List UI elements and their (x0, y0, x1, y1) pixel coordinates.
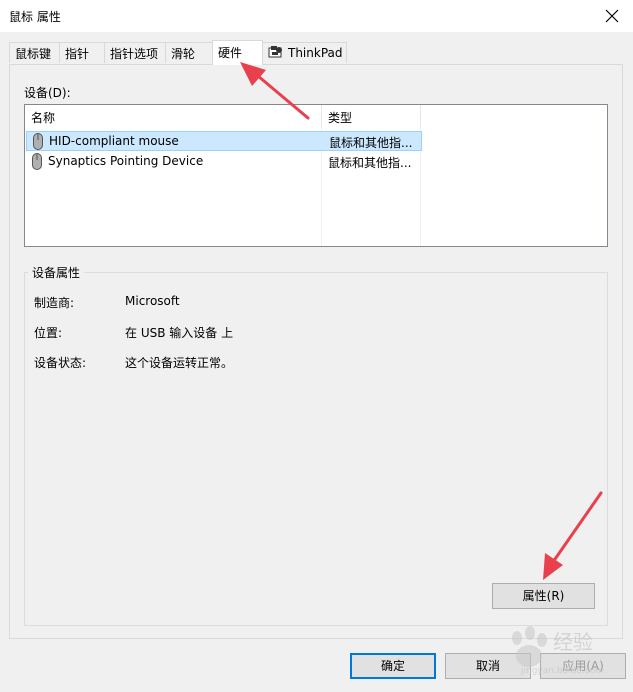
tab-label: 指针 (65, 47, 90, 61)
device-name: Synaptics Pointing Device (48, 154, 204, 168)
ok-button[interactable]: 确定 (350, 653, 436, 679)
button-label: 确定 (380, 659, 405, 673)
mouse-icon (33, 133, 43, 153)
mouse-icon (32, 153, 42, 173)
tab-wheel[interactable]: 滑轮 (165, 42, 213, 63)
watermark-text: 经验 (553, 630, 593, 654)
baidu-watermark: 经验 jingyan.baidu.com (503, 622, 623, 682)
device-name: HID-compliant mouse (49, 134, 179, 148)
button-label: 取消 (475, 659, 500, 673)
device-properties-group (24, 272, 608, 626)
close-button[interactable] (593, 0, 633, 32)
window-title: 鼠标 属性 (9, 10, 61, 24)
tab-label: 硬件 (218, 46, 243, 60)
device-type: 鼠标和其他指... (329, 136, 413, 150)
tab-thinkpad[interactable]: ThinkPad (262, 42, 347, 63)
column-header-type[interactable]: 类型 (322, 105, 421, 127)
column-header-name[interactable]: 名称 (25, 105, 322, 127)
close-icon (605, 9, 619, 23)
list-header: 名称 类型 (25, 105, 607, 127)
device-type: 鼠标和其他指... (328, 156, 412, 170)
watermark-subtext: jingyan.baidu.com (521, 666, 605, 676)
properties-button[interactable]: 属性(R) (492, 583, 595, 609)
location-value: 在 USB 输入设备 上 (125, 326, 234, 340)
list-item[interactable]: Synaptics Pointing Device 鼠标和其他指... (26, 152, 422, 172)
tab-pointers[interactable]: 指针 (59, 42, 105, 63)
tab-label: 指针选项 (110, 47, 159, 61)
column-label: 名称 (31, 111, 56, 125)
manufacturer-value: Microsoft (125, 294, 180, 308)
devices-label: 设备(D): (24, 86, 71, 100)
tab-pointer-options[interactable]: 指针选项 (104, 42, 166, 63)
manufacturer-label: 制造商: (34, 296, 75, 310)
device-status-value: 这个设备运转正常。 (125, 356, 234, 370)
tab-label: 滑轮 (171, 47, 196, 61)
tab-label: 鼠标键 (15, 47, 52, 61)
device-status-label: 设备状态: (34, 356, 87, 370)
thinkpad-icon (268, 45, 284, 62)
tab-buttons[interactable]: 鼠标键 (9, 42, 60, 63)
column-label: 类型 (328, 111, 353, 125)
device-list[interactable]: 名称 类型 HID-compliant mouse 鼠标和其他指... Syna… (24, 104, 608, 247)
location-label: 位置: (34, 326, 63, 340)
button-label: 属性(R) (522, 589, 565, 603)
group-title: 设备属性 (28, 264, 85, 281)
list-item[interactable]: HID-compliant mouse 鼠标和其他指... (26, 131, 422, 151)
title-bar: 鼠标 属性 (0, 0, 633, 32)
tab-label: ThinkPad (288, 46, 343, 60)
tab-hardware[interactable]: 硬件 (212, 40, 263, 65)
